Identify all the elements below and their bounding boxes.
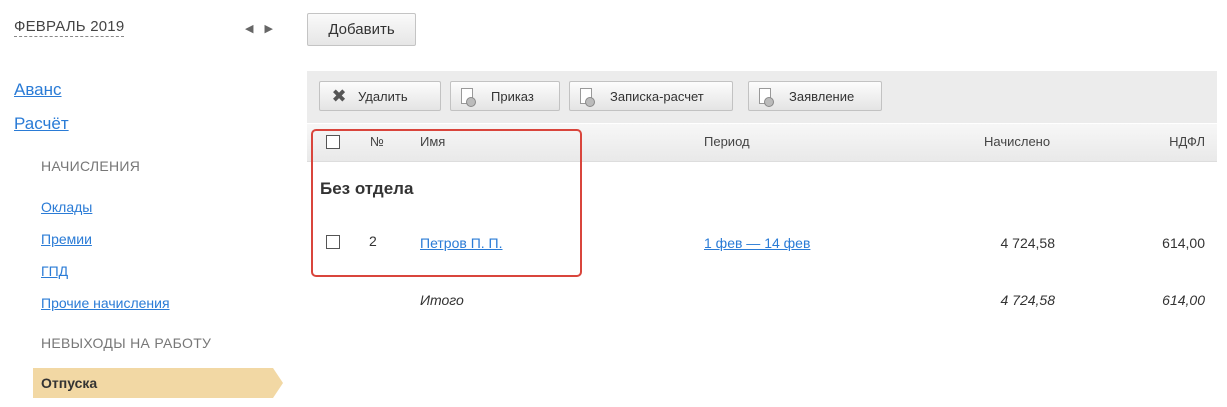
sidebar-item-gpd[interactable]: ГПД (41, 263, 68, 279)
sidebar-item-salaries[interactable]: Оклады (41, 199, 92, 215)
order-label: Приказ (491, 88, 534, 104)
sidebar-item-vacations[interactable]: Отпуска (33, 368, 283, 398)
next-month-icon[interactable]: ▶ (265, 22, 273, 35)
sidebar-item-bonuses[interactable]: Премии (41, 231, 92, 247)
sidebar-link-raschet[interactable]: Расчёт (14, 114, 69, 134)
document-icon (759, 88, 774, 107)
sidebar-item-other-accruals[interactable]: Прочие начисления (41, 295, 170, 311)
total-accrued: 4 724,58 (1000, 292, 1056, 308)
section-absences: НЕВЫХОДЫ НА РАБОТУ (41, 335, 212, 351)
column-name: Имя (420, 134, 446, 149)
add-button[interactable]: Добавить (307, 13, 416, 46)
select-all-checkbox[interactable] (326, 135, 340, 149)
document-icon (580, 88, 595, 107)
order-button[interactable]: Приказ (450, 81, 560, 111)
row-num: 2 (369, 233, 377, 249)
employee-link[interactable]: Петров П. П. (420, 235, 503, 251)
delete-icon: ✖ (331, 86, 347, 106)
column-period: Период (704, 134, 750, 149)
statement-button[interactable]: Заявление (748, 81, 882, 111)
toolbar: ✖ Удалить Приказ Записка-расчет Заявлени… (307, 71, 1217, 123)
total-label: Итого (420, 292, 464, 308)
row-accrued: 4 724,58 (1000, 235, 1056, 251)
prev-month-icon[interactable]: ◀ (245, 22, 253, 35)
period-link[interactable]: 1 фев — 14 фев (704, 235, 810, 251)
group-title: Без отдела (320, 179, 414, 198)
statement-label: Заявление (789, 88, 855, 104)
column-num: № (370, 134, 384, 149)
table-header: № Имя Период Начислено НДФЛ (307, 124, 1217, 162)
note-button[interactable]: Записка-расчет (569, 81, 733, 111)
document-icon (461, 88, 476, 107)
column-ndfl: НДФЛ (1169, 134, 1205, 149)
period-selector[interactable]: ФЕВРАЛЬ 2019 (14, 18, 125, 37)
row-checkbox[interactable] (326, 235, 340, 249)
sidebar-link-avans[interactable]: Аванс (14, 80, 62, 100)
total-ndfl: 614,00 (1162, 292, 1205, 308)
row-ndfl: 614,00 (1162, 235, 1205, 251)
section-accruals: НАЧИСЛЕНИЯ (41, 158, 141, 174)
delete-label: Удалить (358, 88, 408, 104)
column-accrued: Начислено (984, 134, 1051, 149)
month-arrows: ◀ ▶ (245, 22, 281, 35)
note-label: Записка-расчет (610, 88, 704, 104)
delete-button[interactable]: ✖ Удалить (319, 81, 441, 111)
